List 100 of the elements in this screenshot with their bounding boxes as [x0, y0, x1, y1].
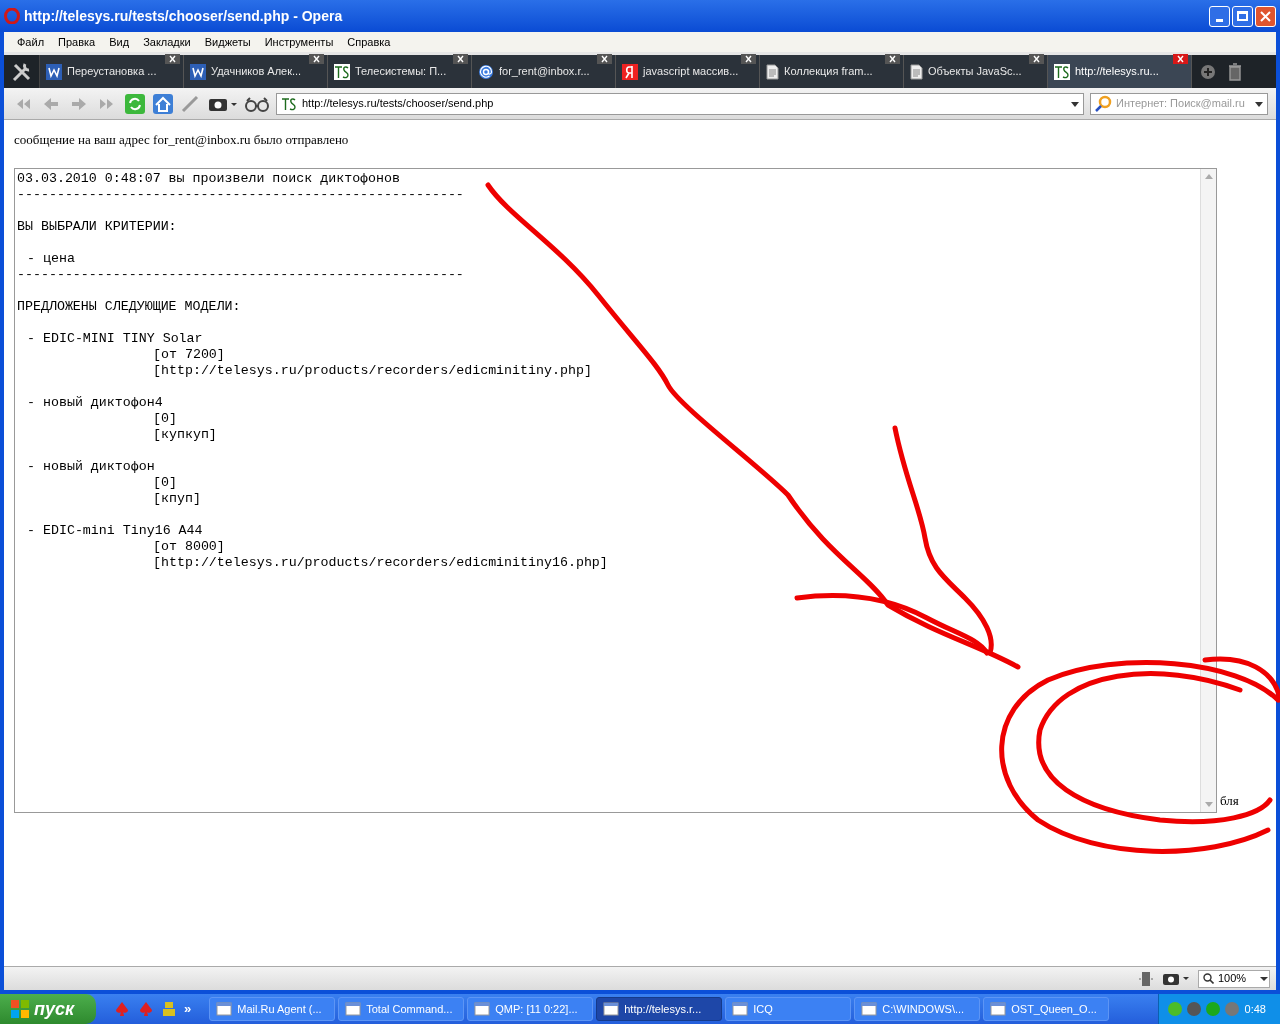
at-sign-icon: [478, 63, 494, 80]
minimize-button[interactable]: [1209, 5, 1230, 27]
trash-icon[interactable]: [1228, 62, 1242, 81]
close-tab-icon[interactable]: [1173, 54, 1188, 64]
browser-tab[interactable]: Переустановка ...: [40, 55, 184, 88]
start-button[interactable]: пуск: [0, 994, 96, 1024]
taskbar-label: C:\WINDOWS\...: [882, 1001, 965, 1017]
menu-item[interactable]: Справка: [340, 33, 398, 51]
site-logo-icon: [1054, 63, 1070, 80]
close-tab-icon[interactable]: [597, 54, 612, 64]
taskbar-label: OST_Queen_O...: [1011, 1001, 1097, 1017]
report-textarea[interactable]: [14, 167, 1217, 813]
browser-tab[interactable]: Удачников Алек...: [184, 55, 328, 88]
taskbar-label: Mail.Ru Agent (...: [237, 1001, 322, 1017]
close-tab-icon[interactable]: [165, 54, 180, 64]
taskbar-item[interactable]: QMP: [11 0:22]...: [467, 997, 594, 1021]
taskbar-label: QMP: [11 0:22]...: [495, 1001, 578, 1017]
window-title: http://telesys.ru/tests/chooser/send.php - Opera: [24, 6, 343, 26]
dropdown-icon[interactable]: [1259, 974, 1269, 983]
browser-tab[interactable]: http://telesys.ru...: [1048, 55, 1192, 88]
model-price: [0]: [152, 474, 177, 491]
window-icon: [861, 1001, 878, 1017]
model-price: [от 8000]: [152, 538, 225, 555]
report-line: 03.03.2010 0:48:07 вы произвели поиск диктофонов: [17, 170, 400, 187]
address-field[interactable]: http://telesys.ru/tests/chooser/send.php: [276, 92, 1084, 115]
window-icon: [474, 1001, 491, 1017]
side-text: бля: [1220, 792, 1239, 810]
window-icon: [732, 1001, 749, 1017]
document-app-icon: [190, 63, 206, 80]
report-line: --------------------------------------------------------: [17, 266, 464, 283]
window-icon: [990, 1001, 1007, 1017]
zoom-control[interactable]: 100%: [1198, 969, 1270, 988]
window-icon: [345, 1001, 362, 1017]
browser-tab[interactable]: Коллекция fram...: [760, 55, 904, 88]
device-icon[interactable]: [1138, 970, 1154, 987]
tab-label: Коллекция fram...: [784, 64, 873, 80]
close-tab-icon[interactable]: [453, 54, 468, 64]
browser-logo-icon: [4, 8, 20, 24]
sent-message: сообщение на ваш адрес for_rent@inbox.ru было отправлено: [14, 131, 350, 149]
menu-item[interactable]: Закладки: [136, 33, 198, 51]
zoom-level: 100%: [1218, 971, 1248, 987]
browser-tab[interactable]: javascript массив...: [616, 55, 760, 88]
taskbar-item[interactable]: http://telesys.r...: [596, 997, 723, 1021]
taskbar-item[interactable]: Total Command...: [338, 997, 465, 1021]
menu-item[interactable]: Вид: [102, 33, 137, 51]
model-name: - EDIC-MINI TINY Solar: [26, 330, 203, 347]
url-text: http://telesys.ru/tests/chooser/send.php: [302, 96, 495, 112]
report-line: ВЫ ВЫБРАЛИ КРИТЕРИИ:: [17, 218, 177, 235]
tab-label: Объекты JavaSc...: [928, 64, 1022, 80]
browser-tab[interactable]: Объекты JavaSc...: [904, 55, 1048, 88]
close-button[interactable]: [1255, 5, 1276, 27]
search-field[interactable]: Интернет: Поиск@mail.ru: [1090, 92, 1268, 115]
tab-label: Переустановка ...: [67, 64, 157, 80]
model-name: - новый диктофон: [26, 458, 155, 475]
menu-item[interactable]: Файл: [10, 33, 52, 51]
model-link: [http://telesys.ru/products/recorders/edicminitiny.php]: [152, 362, 592, 379]
browser-tab[interactable]: Телесистемы: П...: [328, 55, 472, 88]
more-button[interactable]: »: [184, 999, 192, 1019]
document-icon: [910, 63, 923, 80]
taskbar-label: http://telesys.r...: [624, 1001, 702, 1017]
windows-logo-icon: [10, 999, 30, 1019]
taskbar-label: ICQ: [753, 1001, 773, 1017]
add-tab-icon[interactable]: [1200, 63, 1216, 80]
search-input[interactable]: Интернет: Поиск@mail.ru: [1116, 95, 1251, 112]
menu-item[interactable]: Виджеты: [197, 33, 258, 51]
reload-icon[interactable]: [124, 93, 146, 114]
tab-label: javascript массив...: [643, 64, 739, 80]
model-link: [http://telesys.ru/products/recorders/edicminitiny16.php]: [152, 554, 608, 571]
document-app-icon: [46, 63, 62, 80]
taskbar-item[interactable]: ICQ: [725, 997, 852, 1021]
menu-item[interactable]: Правка: [51, 33, 103, 51]
model-name: - EDIC-mini Tiny16 A44: [26, 522, 203, 539]
tab-label: Телесистемы: П...: [355, 64, 447, 80]
close-tab-icon[interactable]: [885, 54, 900, 64]
close-tab-icon[interactable]: [1029, 54, 1044, 64]
taskbar-item[interactable]: OST_Queen_O...: [983, 997, 1110, 1021]
maximize-button[interactable]: [1232, 5, 1253, 27]
window-icon: [216, 1001, 233, 1017]
close-tab-icon[interactable]: [309, 54, 324, 64]
model-name: - новый диктофон4: [26, 394, 163, 411]
model-link: [кпуп]: [152, 490, 201, 507]
site-logo-icon: [281, 95, 297, 112]
model-link: [купкуп]: [152, 426, 217, 443]
close-icon: [1260, 10, 1271, 22]
app-icon[interactable]: [162, 1001, 176, 1017]
home-icon[interactable]: [152, 93, 174, 114]
taskbar-item[interactable]: C:\WINDOWS\...: [854, 997, 981, 1021]
tab-label: http://telesys.ru...: [1075, 64, 1159, 80]
menu-item[interactable]: Инструменты: [257, 33, 341, 51]
report-line: - цена: [26, 250, 75, 267]
report-line: --------------------------------------------------------: [17, 186, 464, 203]
taskbar-item[interactable]: Mail.Ru Agent (...: [209, 997, 336, 1021]
browser-tab[interactable]: for_rent@inbox.r...: [472, 55, 616, 88]
window-icon: [603, 1001, 620, 1017]
letter-logo-icon: [622, 63, 638, 80]
model-price: [0]: [152, 410, 177, 427]
tab-label: for_rent@inbox.r...: [499, 64, 590, 80]
tab-label: Удачников Алек...: [211, 64, 302, 80]
close-tab-icon[interactable]: [741, 54, 756, 64]
taskbar-label: Total Command...: [366, 1001, 453, 1017]
